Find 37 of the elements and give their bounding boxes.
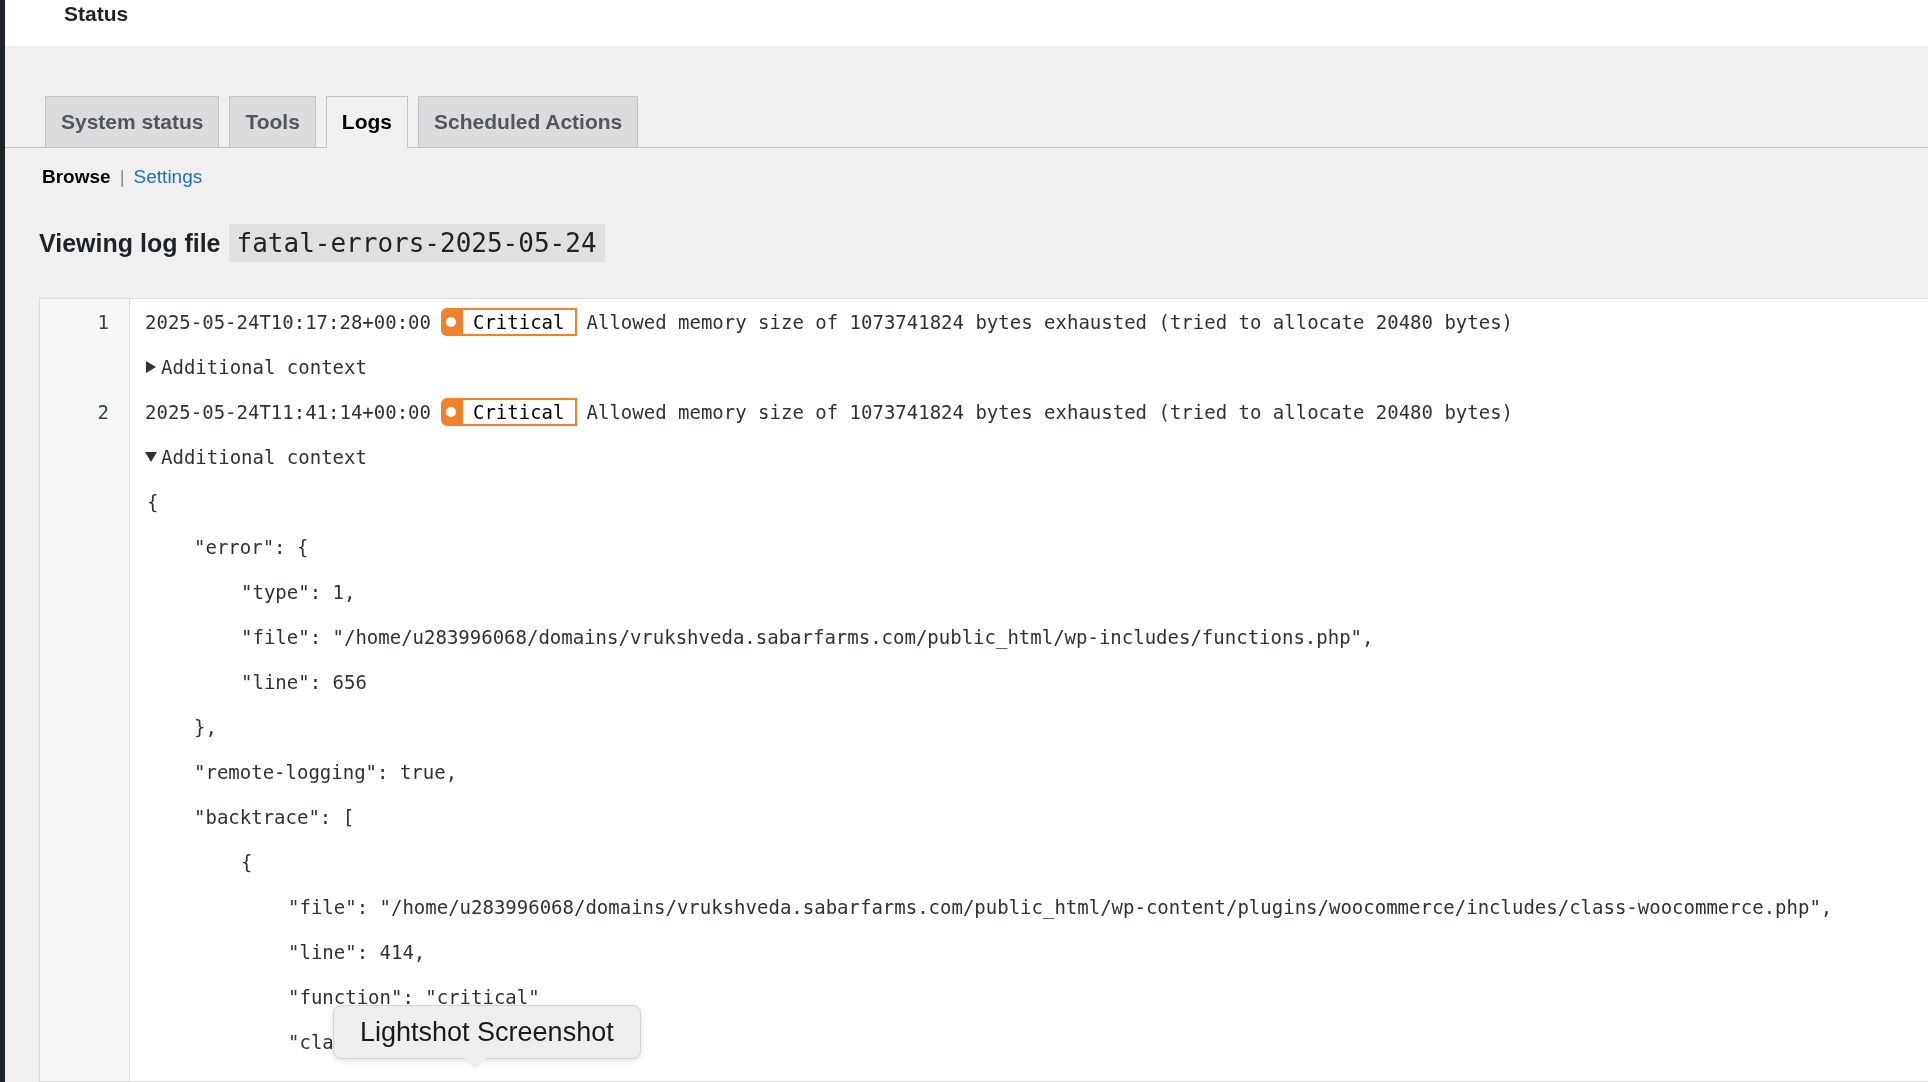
tooltip-pointer [463,1057,487,1069]
code-line: "error": { [194,535,309,558]
file-name: fatal-errors-2025-05-24 [228,224,605,262]
code-line: "function": "critical" [288,985,540,1008]
log-message: Allowed memory size of 1073741824 bytes exhausted (tried to allocate 20480 bytes) [586,310,1514,333]
log-timestamp: 2025-05-24T11:41:14+00:00 [145,400,431,423]
code-line: { [241,850,253,873]
log-message: Allowed memory size of 1073741824 bytes exhausted (tried to allocate 20480 bytes) [586,400,1514,423]
code-line: }, [194,715,217,738]
code-line: "remote-logging": true, [194,760,458,783]
tab[interactable]: Scheduled Actions [418,96,639,148]
tooltip: Lightshot Screenshot [333,1005,641,1059]
context-toggle[interactable]: Additional context [145,355,367,378]
line-number: 1 [97,310,109,333]
subnav-link[interactable]: Browse [42,166,111,188]
code-line: "line": 656 [241,670,367,693]
code-line: "line": 414, [288,940,426,963]
tab[interactable]: Tools [229,96,316,148]
caret-right-icon [145,360,157,373]
tab[interactable]: Logs [325,96,409,148]
heading: Viewing log file [39,228,221,258]
separator: | [119,166,125,188]
log-timestamp: 2025-05-24T10:17:28+00:00 [145,310,431,333]
tab[interactable]: System status [45,96,220,148]
page-title: Status [64,2,129,26]
code-line: "file": "/home/u283996068/domains/vrukshveda.sabarfarms.com/public_html/wp-includes/functions.php", [241,625,1374,648]
code-line: "cla [288,1030,334,1053]
line-number: 2 [97,400,109,423]
code-line: "type": 1, [241,580,356,603]
subnav-link[interactable]: Settings [133,166,203,188]
context-toggle[interactable]: Additional context [145,445,367,468]
level-badge: Critical [441,307,577,336]
level-badge: Critical [441,397,577,426]
code-line: "backtrace": [ [194,805,355,828]
code-line: "file": "/home/u283996068/domains/vrukshveda.sabarfarms.com/public_html/wp-content/plugins/woocommerce/includes/class-woocommerce.php", [288,895,1833,918]
caret-down-icon [145,450,157,463]
code-line: { [147,490,159,513]
